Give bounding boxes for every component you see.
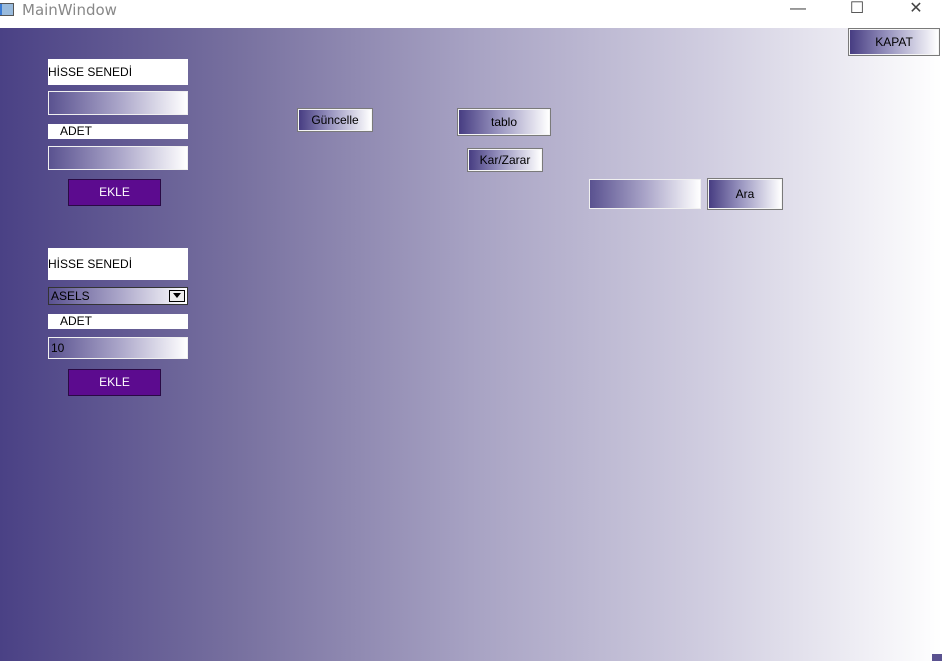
- resize-grip[interactable]: [932, 654, 942, 661]
- add-button-1[interactable]: EKLE: [68, 179, 161, 206]
- app-icon: [0, 3, 14, 16]
- qty-label-1: ADET: [48, 124, 188, 139]
- main-panel: KAPAT HİSSE SENEDİ ADET EKLE HİSSE SENED…: [0, 28, 942, 661]
- profit-loss-button[interactable]: Kar/Zarar: [467, 148, 543, 172]
- minimize-button[interactable]: —: [778, 0, 818, 22]
- title-bar: MainWindow — ☐ ✕: [0, 0, 942, 28]
- update-button[interactable]: Güncelle: [297, 108, 373, 132]
- qty-input-1[interactable]: [48, 146, 188, 170]
- kapat-button[interactable]: KAPAT: [848, 28, 940, 56]
- close-button[interactable]: ✕: [896, 0, 936, 22]
- window-title: MainWindow: [22, 1, 117, 19]
- stock-label-1: HİSSE SENEDİ: [48, 59, 188, 85]
- search-input[interactable]: [589, 179, 701, 209]
- table-button[interactable]: tablo: [457, 108, 551, 136]
- stock-input-1[interactable]: [48, 91, 188, 115]
- add-button-2[interactable]: EKLE: [68, 369, 161, 396]
- qty-label-2: ADET: [48, 314, 188, 329]
- chevron-down-icon[interactable]: [169, 290, 185, 302]
- search-button[interactable]: Ara: [707, 178, 783, 210]
- stock-dropdown-value: ASELS: [51, 289, 90, 303]
- stock-label-2: HİSSE SENEDİ: [48, 248, 188, 280]
- stock-dropdown[interactable]: ASELS: [48, 287, 188, 305]
- maximize-button[interactable]: ☐: [837, 0, 877, 22]
- qty-input-2[interactable]: 10: [48, 337, 188, 359]
